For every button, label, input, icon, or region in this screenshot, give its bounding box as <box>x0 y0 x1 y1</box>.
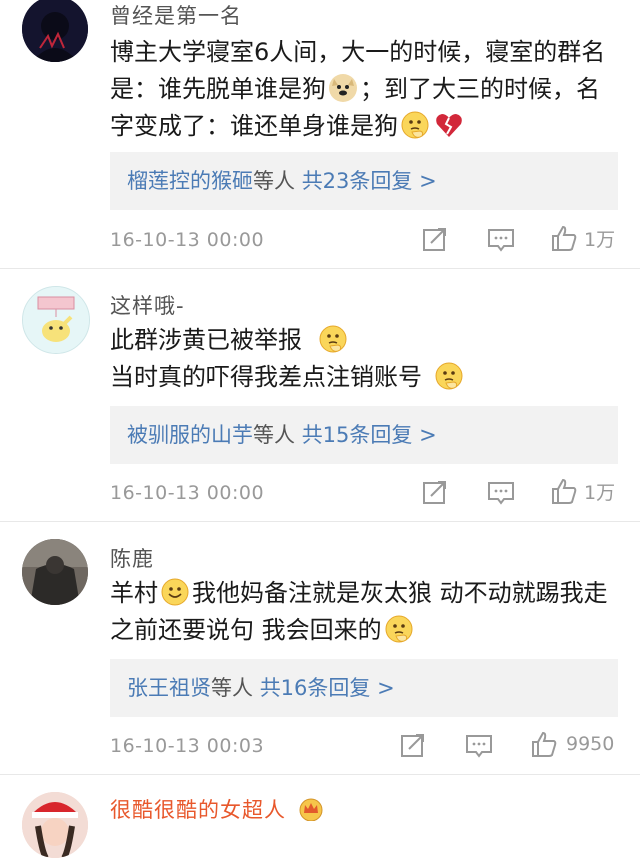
reply-names: 榴莲控的猴砸 <box>127 169 253 193</box>
reply-names: 被驯服的山芋 <box>127 423 253 447</box>
replies-link[interactable]: 榴莲控的猴砸等人 共23条回复 > <box>127 165 437 195</box>
crown-badge-icon <box>299 798 323 822</box>
like-button[interactable]: 1万 <box>550 224 615 252</box>
reply-suffix: 等人 <box>211 676 253 700</box>
reply-names: 张王祖贤 <box>127 676 211 700</box>
replies-link[interactable]: 被驯服的山芋等人 共15条回复 > <box>127 419 437 449</box>
divider <box>0 268 640 269</box>
timestamp: 16-10-13 00:03 <box>110 735 265 757</box>
avatar[interactable] <box>22 0 88 62</box>
comment-icon <box>488 482 514 505</box>
replies-summary[interactable]: 张王祖贤等人 共16条回复 > <box>110 659 618 717</box>
broken-heart-emoji <box>436 114 462 137</box>
share-icon <box>423 228 446 251</box>
comment-line: 此群涉黄已被举报 <box>110 322 610 359</box>
comment-button[interactable] <box>487 227 515 253</box>
share-button[interactable] <box>422 479 448 505</box>
reply-count: 共16条回复 > <box>259 676 395 700</box>
doge-emoji <box>329 74 357 102</box>
share-icon <box>401 734 424 757</box>
comment-icon <box>466 735 492 758</box>
comment-text: 此群涉黄已被举报 当时真的吓得我差点注销账号 <box>110 322 610 396</box>
comment-text: 羊村 我他妈备注就是灰太狼 动不动就踢我走之前还要说句 我会回来的 <box>110 578 608 644</box>
like-count: 1万 <box>584 228 616 251</box>
replies-summary[interactable]: 被驯服的山芋等人 共15条回复 > <box>110 406 618 464</box>
comment-button[interactable] <box>465 733 493 759</box>
thumbs-up-icon <box>552 478 577 504</box>
comment-text: 博主大学寝室6人间，大一的时候，寝室的群名是：谁先脱单谁是狗 ；到了大三的时候，名… <box>110 38 606 140</box>
like-count: 9950 <box>566 733 615 755</box>
thinking-emoji <box>401 111 429 139</box>
share-button[interactable] <box>400 732 426 758</box>
username[interactable]: 很酷很酷的女超人 <box>110 794 324 824</box>
thinking-emoji <box>435 362 463 390</box>
comment-line: 当时真的吓得我差点注销账号 <box>110 359 610 396</box>
reply-count: 共23条回复 > <box>301 169 437 193</box>
divider <box>0 774 640 775</box>
reply-suffix: 等人 <box>253 169 295 193</box>
like-button[interactable]: 1万 <box>550 477 615 505</box>
divider <box>0 521 640 522</box>
username[interactable]: 陈鹿 <box>110 543 154 573</box>
avatar[interactable] <box>22 539 88 605</box>
username[interactable]: 曾经是第一名 <box>110 0 242 30</box>
reply-suffix: 等人 <box>253 423 295 447</box>
comment-icon <box>488 229 514 252</box>
avatar[interactable] <box>22 792 88 858</box>
timestamp: 16-10-13 00:00 <box>110 229 265 251</box>
username[interactable]: 这样哦- <box>110 290 185 320</box>
like-count: 1万 <box>584 481 616 504</box>
replies-link[interactable]: 张王祖贤等人 共16条回复 > <box>127 672 395 702</box>
like-button[interactable]: 9950 <box>530 730 614 758</box>
timestamp: 16-10-13 00:00 <box>110 482 265 504</box>
smile-emoji <box>161 578 189 606</box>
avatar[interactable] <box>22 286 90 354</box>
thumbs-up-icon <box>532 731 557 757</box>
thumbs-up-icon <box>552 225 577 251</box>
reply-count: 共15条回复 > <box>301 423 437 447</box>
thinking-emoji <box>385 615 413 643</box>
replies-summary[interactable]: 榴莲控的猴砸等人 共23条回复 > <box>110 152 618 210</box>
share-button[interactable] <box>422 226 448 252</box>
comment-button[interactable] <box>487 480 515 506</box>
thinking-emoji <box>319 325 347 353</box>
share-icon <box>423 481 446 504</box>
